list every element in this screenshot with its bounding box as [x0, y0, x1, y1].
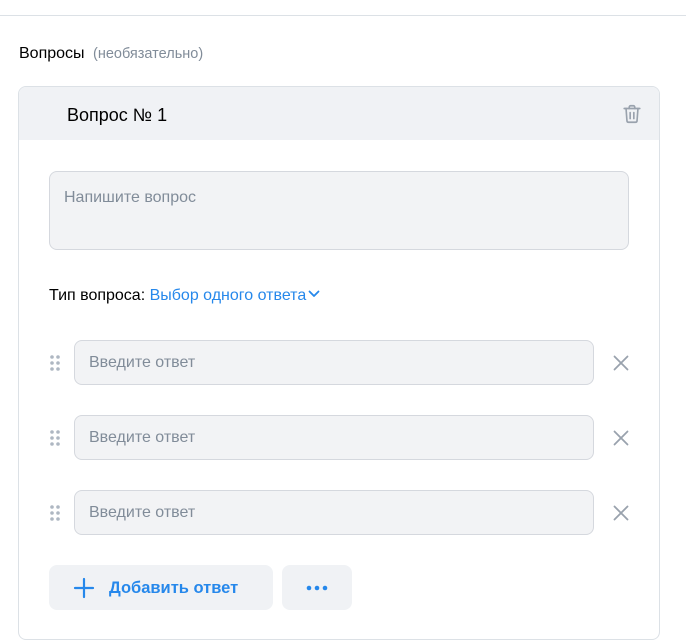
trash-icon[interactable]: [621, 103, 643, 125]
drag-handle-icon[interactable]: [49, 504, 61, 522]
answer-field[interactable]: [74, 415, 594, 460]
drag-handle-icon[interactable]: [49, 429, 61, 447]
close-icon[interactable]: [611, 428, 631, 448]
more-horizontal-icon: [306, 585, 328, 591]
question-type-dropdown[interactable]: Выбор одного ответа: [150, 287, 321, 304]
close-icon[interactable]: [611, 353, 631, 373]
question-text-field[interactable]: [49, 171, 629, 250]
drag-handle-icon[interactable]: [49, 354, 61, 372]
question-card-header: Вопрос № 1: [19, 87, 659, 140]
section-title: Вопросы (необязательно): [19, 44, 203, 64]
question-card: Вопрос № 1 Тип вопроса: Выбор одного отв…: [18, 86, 660, 640]
answer-row: [19, 415, 659, 461]
question-type-value[interactable]: Выбор одного ответа: [150, 287, 307, 304]
top-divider: [0, 15, 686, 16]
answer-input[interactable]: [75, 491, 593, 534]
question-title: Вопрос № 1: [67, 105, 168, 125]
answer-row: [19, 340, 659, 386]
plus-icon: [73, 577, 95, 599]
add-answer-button[interactable]: Добавить ответ: [49, 565, 273, 610]
answer-field[interactable]: [74, 340, 594, 385]
answer-row: [19, 490, 659, 536]
close-icon[interactable]: [611, 503, 631, 523]
question-input[interactable]: [50, 172, 628, 249]
section-title-hint: (необязательно): [92, 46, 204, 62]
section-title-text: Вопросы: [19, 45, 85, 62]
question-type-row: Тип вопроса: Выбор одного ответа: [49, 286, 320, 306]
answer-field[interactable]: [74, 490, 594, 535]
more-options-button[interactable]: [282, 565, 352, 610]
answer-input[interactable]: [75, 341, 593, 384]
add-answer-label[interactable]: Добавить ответ: [109, 578, 238, 598]
answer-input[interactable]: [75, 416, 593, 459]
question-type-label: Тип вопроса:: [49, 287, 146, 304]
chevron-down-icon[interactable]: [308, 290, 320, 298]
